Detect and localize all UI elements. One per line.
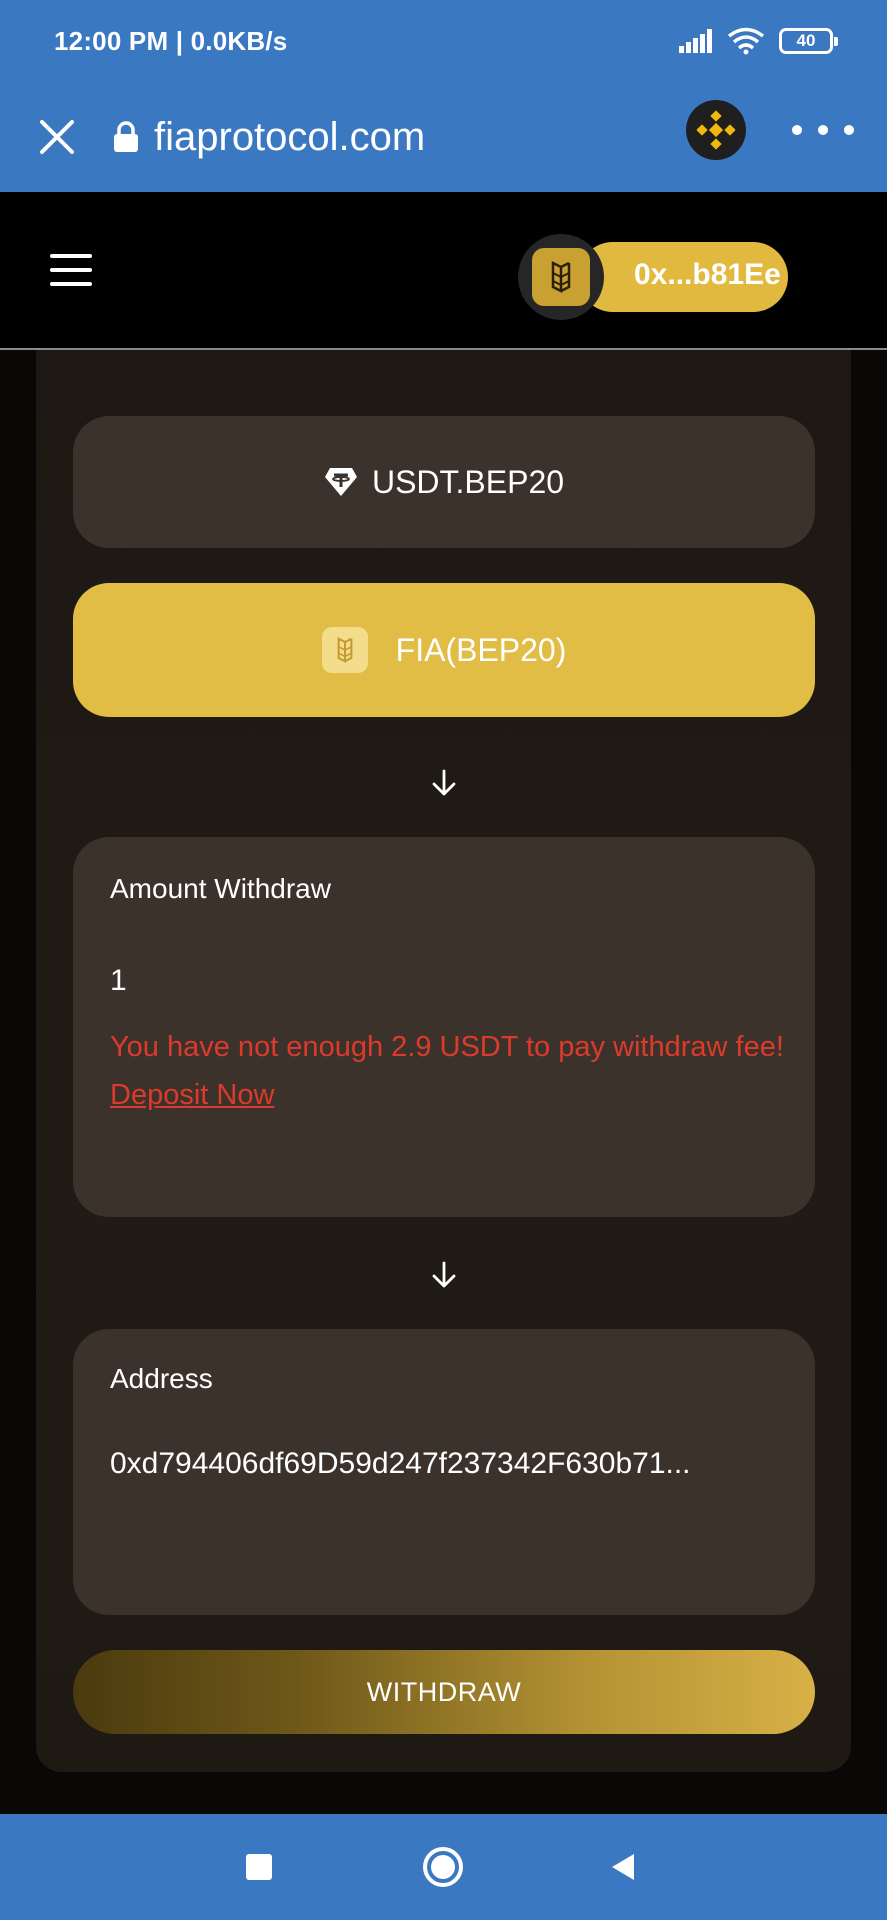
fia-logo-icon — [532, 248, 590, 306]
menu-line — [50, 268, 92, 272]
more-dot — [844, 125, 854, 135]
arrow-down-icon — [432, 1261, 456, 1288]
menu-line — [50, 254, 92, 258]
home-icon[interactable] — [423, 1847, 463, 1887]
status-time-speed: 12:00 PM | 0.0KB/s — [54, 25, 288, 56]
insufficient-fee-error: You have not enough 2.9 USDT to pay with… — [110, 1023, 790, 1119]
site-header: 0x...b81Ee — [0, 192, 887, 350]
more-dot — [792, 125, 802, 135]
signal-icon — [679, 29, 712, 53]
wallet-avatar — [518, 234, 604, 320]
menu-icon[interactable] — [50, 254, 92, 286]
arrow-down-icon — [432, 769, 456, 796]
battery-icon: 40 — [779, 28, 838, 54]
home-dot — [431, 1855, 455, 1879]
system-nav-bar — [0, 1814, 887, 1920]
binance-icon — [696, 110, 736, 150]
wifi-icon — [727, 27, 765, 55]
error-text: You have not enough 2.9 USDT to pay with… — [110, 1031, 784, 1063]
token-label-fia: FIA(BEP20) — [395, 631, 567, 668]
token-option-usdt[interactable]: USDT.BEP20 — [73, 416, 815, 548]
wallet-button[interactable]: 0x...b81Ee — [518, 234, 788, 320]
battery-level: 40 — [796, 31, 816, 50]
back-icon[interactable] — [608, 1852, 638, 1882]
deposit-now-link[interactable]: Deposit Now — [110, 1079, 274, 1111]
recent-apps-icon[interactable] — [246, 1854, 272, 1880]
address-label: Address — [110, 1363, 213, 1394]
lock-icon — [114, 121, 138, 152]
withdraw-button[interactable]: WITHDRAW — [73, 1650, 815, 1734]
wallet-address: 0x...b81Ee — [634, 258, 781, 291]
token-option-fia[interactable]: FIA(BEP20) — [73, 583, 815, 717]
status-icons: 40 — [679, 27, 838, 55]
browser-bar: fiaprotocol.com — [0, 82, 887, 192]
url-text[interactable]: fiaprotocol.com — [154, 115, 425, 160]
more-dot — [818, 125, 828, 135]
close-icon — [40, 120, 74, 154]
withdraw-panel: USDT.BEP20 FIA(BEP20) Amount Withdraw Yo… — [36, 350, 851, 1772]
status-bar: 12:00 PM | 0.0KB/s 40 — [0, 0, 887, 82]
amount-input[interactable] — [110, 959, 770, 1003]
address-card: Address 0xd794406df69D59d247f237342F630b… — [73, 1329, 815, 1615]
menu-line — [50, 282, 92, 286]
fia-token-icon — [321, 627, 368, 673]
more-icon[interactable] — [792, 114, 854, 146]
amount-card: Amount Withdraw You have not enough 2.9 … — [73, 837, 815, 1217]
address-input[interactable]: 0xd794406df69D59d247f237342F630b71... — [110, 1447, 790, 1491]
tether-icon — [324, 468, 357, 496]
token-label-usdt: USDT.BEP20 — [371, 463, 565, 500]
binance-button[interactable] — [686, 100, 746, 160]
amount-label: Amount Withdraw — [110, 873, 331, 904]
close-button[interactable] — [36, 116, 78, 158]
